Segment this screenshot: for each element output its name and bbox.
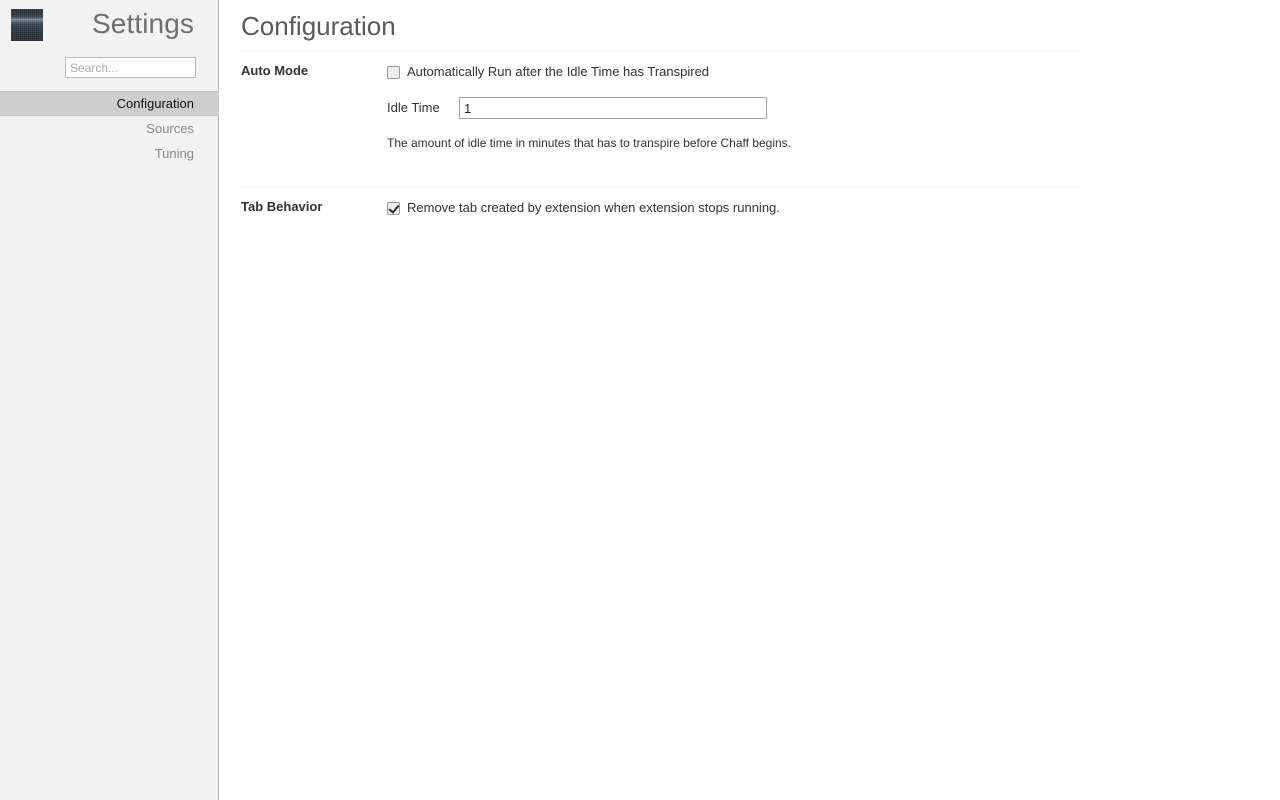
search-input[interactable] [65, 57, 196, 78]
sidebar-item-label: Sources [146, 121, 194, 136]
extension-logo-icon [11, 9, 43, 41]
section-label-tab-behavior: Tab Behavior [241, 199, 323, 214]
content-area: Configuration Auto Mode Automatically Ru… [220, 0, 1280, 800]
section-tab-behavior: Tab Behavior Remove tab created by exten… [241, 187, 1081, 217]
sidebar-item-sources[interactable]: Sources [0, 116, 219, 141]
sidebar-item-tuning[interactable]: Tuning [0, 141, 219, 166]
idle-time-input[interactable] [459, 97, 767, 119]
sidebar-nav: Configuration Sources Tuning [0, 91, 219, 166]
idle-time-row: Idle Time [387, 97, 1081, 119]
section-fields: Automatically Run after the Idle Time ha… [387, 63, 1081, 151]
remove-tab-checkbox-label[interactable]: Remove tab created by extension when ext… [407, 200, 780, 216]
section-label-auto-mode: Auto Mode [241, 63, 309, 78]
auto-run-checkbox-row: Automatically Run after the Idle Time ha… [387, 63, 1081, 81]
settings-title: Settings [92, 8, 194, 39]
settings-page: Settings Configuration Sources Tuning Co… [0, 0, 1280, 800]
section-fields: Remove tab created by extension when ext… [387, 199, 1081, 217]
auto-run-checkbox-label[interactable]: Automatically Run after the Idle Time ha… [407, 64, 709, 80]
section-body: Tab Behavior Remove tab created by exten… [241, 188, 1081, 217]
sidebar-header: Settings [0, 0, 218, 48]
remove-tab-checkbox-row: Remove tab created by extension when ext… [387, 199, 1081, 217]
auto-run-checkbox[interactable] [387, 65, 400, 79]
page-title: Configuration [241, 11, 396, 41]
sidebar: Settings Configuration Sources Tuning [0, 0, 219, 800]
remove-tab-checkbox[interactable] [387, 201, 400, 215]
search-row [0, 57, 219, 78]
sidebar-item-configuration[interactable]: Configuration [0, 91, 219, 116]
idle-time-help-text: The amount of idle time in minutes that … [387, 136, 792, 150]
section-auto-mode: Auto Mode Automatically Run after the Id… [241, 51, 1081, 151]
sidebar-item-label: Tuning [154, 146, 194, 161]
sidebar-item-label: Configuration [116, 96, 194, 111]
idle-time-label: Idle Time [387, 100, 440, 115]
section-body: Auto Mode Automatically Run after the Id… [241, 52, 1081, 151]
